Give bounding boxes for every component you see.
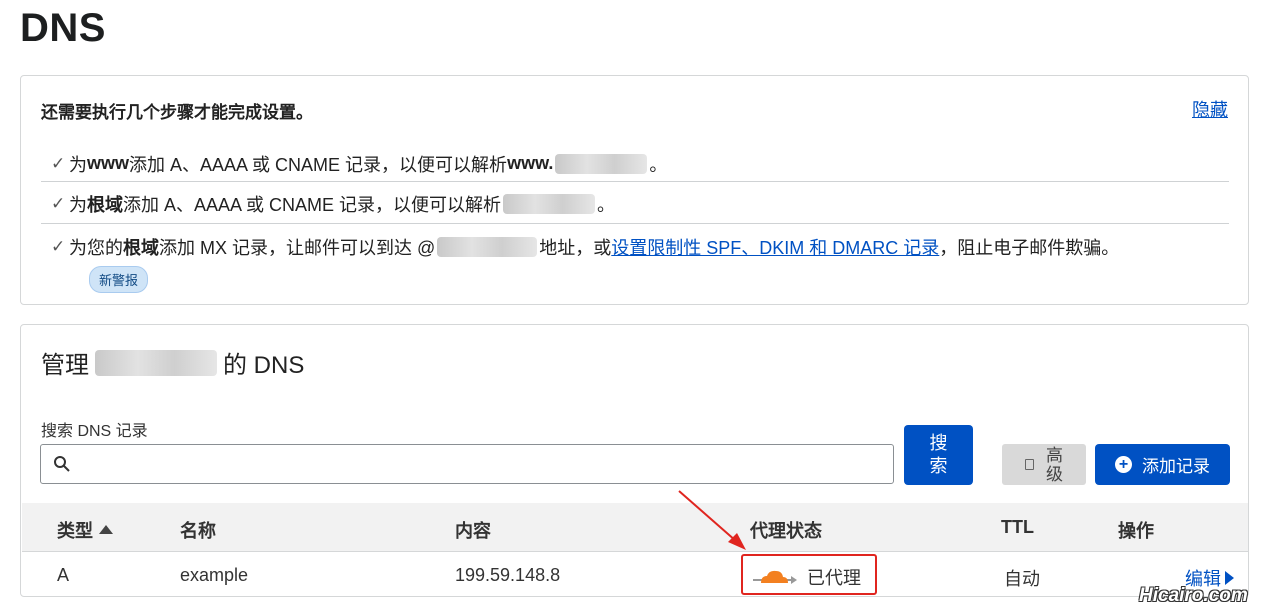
column-ttl: TTL xyxy=(1001,517,1034,537)
redacted-domain xyxy=(503,193,596,214)
column-name: 名称 xyxy=(180,521,216,541)
add-record-label: 添加记录 xyxy=(1142,457,1210,476)
record-name: example xyxy=(180,565,249,585)
redacted-domain xyxy=(437,237,538,257)
search-button-label: 搜索 xyxy=(929,433,948,476)
record-type: A xyxy=(57,565,70,585)
search-label: 搜索 DNS 记录 xyxy=(41,423,148,440)
search-button[interactable]: 搜索 xyxy=(904,425,973,485)
step-text: 为您的 xyxy=(69,238,123,258)
document-icon xyxy=(1024,459,1034,470)
step-text: 添加 A、AAAA 或 CNAME 记录，以便可以解析 xyxy=(129,154,508,175)
check-icon: ✓ xyxy=(51,153,66,173)
add-record-button[interactable]: + 添加记录 xyxy=(1095,444,1230,485)
step-bold: 根域 xyxy=(123,238,159,258)
step-bold: 根域 xyxy=(87,194,123,215)
record-ttl: 自动 xyxy=(1004,569,1040,589)
column-proxy-status: 代理状态 xyxy=(750,521,822,541)
advanced-button-label: 高级 xyxy=(1046,445,1063,484)
setup-heading: 还需要执行几个步骤才能完成设置。 xyxy=(41,103,313,122)
spf-dkim-dmarc-link[interactable]: 设置限制性 SPF、DKIM 和 DMARC 记录 xyxy=(611,234,939,260)
watermark: Hicairo.com xyxy=(1139,585,1248,606)
step-text: ，阻止电子邮件欺骗。 xyxy=(939,238,1120,258)
manage-title: 管理 的 DNS xyxy=(41,345,304,380)
table-header: 类型 名称 内容 代理状态 TTL 操作 xyxy=(22,503,1248,552)
search-input[interactable] xyxy=(40,444,894,484)
step-text: 为 xyxy=(69,194,87,215)
step-bold: www xyxy=(87,153,130,173)
page-title: DNS xyxy=(20,6,106,50)
check-icon: ✓ xyxy=(51,237,66,256)
step-bold: www. xyxy=(507,153,554,173)
plus-circle-icon: + xyxy=(1115,456,1132,473)
check-icon: ✓ xyxy=(51,193,66,213)
manage-title-prefix: 管理 xyxy=(41,352,89,379)
proxy-status-cell[interactable]: 已代理 xyxy=(753,564,861,590)
new-alert-badge: 新警报 xyxy=(89,266,149,293)
step-text: 地址，或 xyxy=(539,238,612,258)
proxy-status-label: 已代理 xyxy=(807,568,861,588)
setup-step-mx: ✓ 为您的 根域 添加 MX 记录，让邮件可以到达 @ 地址，或 设置限制性 S… xyxy=(41,229,1229,265)
step-text: 添加 A、AAAA 或 CNAME 记录，以便可以解析 xyxy=(123,194,502,215)
column-content: 内容 xyxy=(455,521,491,541)
manage-title-suffix: 的 DNS xyxy=(223,352,305,379)
column-type-label: 类型 xyxy=(57,521,93,541)
table-row: A example 199.59.148.8 自动 编辑 xyxy=(22,553,1248,597)
step-text: 。 xyxy=(597,194,616,215)
manage-dns-card: 管理 的 DNS 搜索 DNS 记录 搜索 高级 + 添加记录 类型 名称 内容… xyxy=(20,324,1249,597)
step-text: 添加 MX 记录，让邮件可以到达 @ xyxy=(159,238,436,258)
column-type[interactable]: 类型 xyxy=(57,517,113,543)
column-actions: 操作 xyxy=(1118,521,1154,541)
setup-step-root: ✓ 为 根域 添加 A、AAAA 或 CNAME 记录，以便可以解析 。 xyxy=(41,184,1229,224)
sort-up-icon xyxy=(99,525,113,534)
redacted-domain xyxy=(95,349,217,376)
setup-steps-card: 还需要执行几个步骤才能完成设置。 隐藏 ✓ 为 www 添加 A、AAAA 或 … xyxy=(20,75,1249,305)
search-icon xyxy=(54,456,70,472)
redacted-domain xyxy=(555,153,648,174)
record-content: 199.59.148.8 xyxy=(455,565,561,585)
cloud-proxy-icon xyxy=(753,570,797,584)
caret-right-icon xyxy=(1225,571,1234,585)
step-text: 为 xyxy=(69,154,87,175)
advanced-button[interactable]: 高级 xyxy=(1002,444,1086,485)
setup-step-www: ✓ 为 www 添加 A、AAAA 或 CNAME 记录，以便可以解析 www.… xyxy=(41,146,1229,182)
hide-link[interactable]: 隐藏 xyxy=(1192,96,1228,122)
step-text: 。 xyxy=(649,154,668,175)
